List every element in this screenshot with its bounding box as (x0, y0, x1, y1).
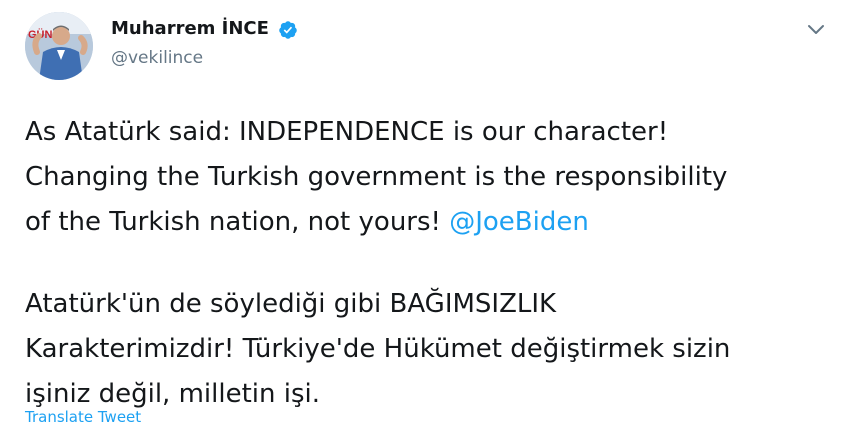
avatar[interactable]: GÜN (25, 12, 93, 80)
translate-tweet-link[interactable]: Translate Tweet (25, 408, 141, 426)
tweet-text-line: işiniz değil, milletin işi. (25, 379, 321, 409)
mention-link[interactable]: @JoeBiden (449, 207, 589, 237)
tweet-text-line: Changing the Turkish government is the r… (25, 162, 728, 192)
tweet-text-line: of the Turkish nation, not yours! @JoeBi… (25, 200, 825, 245)
user-handle[interactable]: @vekilince (111, 48, 203, 68)
tweet-text-line: Karakterimizdir! Türkiye'de Hükümet deği… (25, 334, 731, 364)
tweet-text-segment: of the Turkish nation, not yours! (25, 207, 450, 237)
tweet-card: GÜN Muharrem İNCE @vekilince As Atatürk … (0, 0, 848, 436)
tweet-text: As Atatürk said: INDEPENDENCE is our cha… (25, 110, 825, 417)
tweet-text-line: As Atatürk said: INDEPENDENCE is our cha… (25, 117, 669, 147)
chevron-down-icon[interactable] (806, 22, 826, 38)
avatar-image: GÜN (25, 12, 93, 80)
tweet-text-line: Atatürk'ün de söylediği gibi BAĞIMSIZLIK (25, 289, 557, 319)
display-name[interactable]: Muharrem İNCE (111, 18, 269, 39)
verified-badge-icon (279, 21, 297, 39)
